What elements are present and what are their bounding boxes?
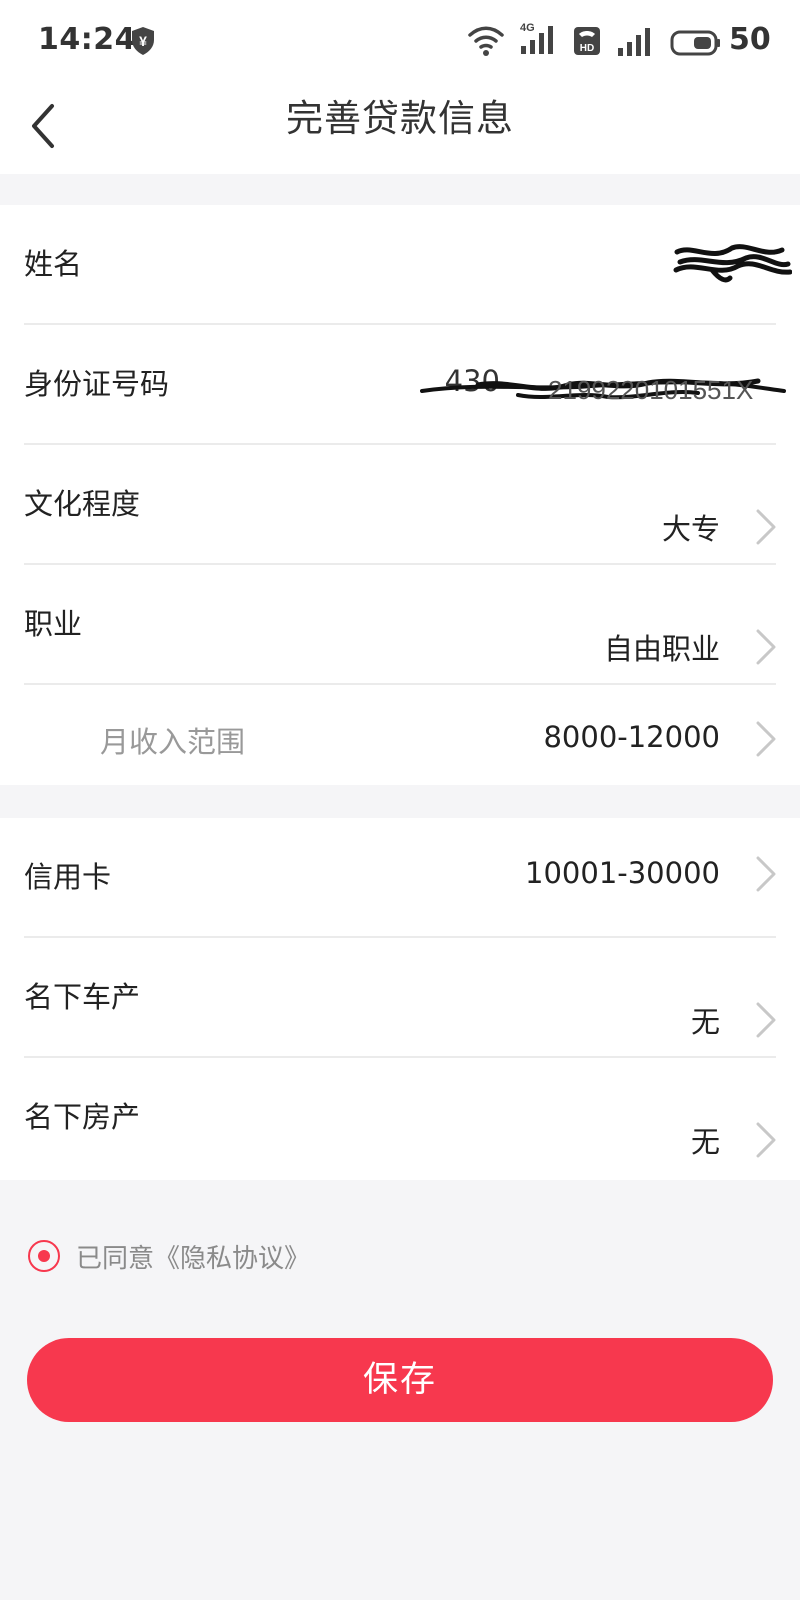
page-title: 完善贷款信息 (286, 97, 514, 140)
id-number-row[interactable]: 身份证号码 430 2199220101551X (0, 325, 800, 445)
privacy-agreement[interactable]: 已同意《隐私协议》 (28, 1236, 310, 1276)
cellular-signal-icon: 4G (518, 20, 558, 62)
car-row[interactable]: 名下车产 无 (0, 938, 800, 1058)
hd-voice-icon: HD (573, 26, 601, 60)
redaction-scribble (673, 244, 792, 283)
house-label: 名下房产 (24, 1100, 141, 1134)
monthly-income-row[interactable]: 月收入范围 8000-12000 (0, 685, 800, 785)
education-value: 大专 (661, 512, 720, 546)
car-value: 无 (690, 1005, 720, 1039)
shield-yuan-icon: ¥ (130, 26, 156, 60)
occupation-row[interactable]: 职业 自由职业 (0, 565, 800, 685)
credit-card-label: 信用卡 (24, 860, 112, 894)
occupation-label: 职业 (24, 607, 83, 641)
name-row[interactable]: 姓名 (0, 205, 800, 325)
car-label: 名下车产 (24, 980, 141, 1014)
status-bar: 14:24 ¥ 4G HD 50 (0, 0, 800, 84)
education-label: 文化程度 (24, 487, 141, 521)
monthly-income-value: 8000-12000 (543, 720, 720, 754)
battery-level: 50 (729, 22, 771, 57)
credit-card-value: 10001-30000 (525, 856, 720, 890)
battery-icon (670, 30, 722, 60)
svg-text:HD: HD (580, 43, 594, 54)
monthly-income-label: 月收入范围 (100, 725, 246, 759)
chevron-right-icon (756, 1002, 776, 1038)
chevron-right-icon (756, 1122, 776, 1158)
credit-card-row[interactable]: 信用卡 10001-30000 (0, 818, 800, 938)
nav-bar: 完善贷款信息 (0, 84, 800, 174)
svg-text:2199220101551X: 2199220101551X (548, 375, 753, 405)
house-row[interactable]: 名下房产 无 (0, 1058, 800, 1178)
svg-text:¥: ¥ (139, 33, 147, 49)
chevron-right-icon (756, 629, 776, 665)
back-arrow-icon (32, 104, 54, 148)
agreement-radio[interactable] (28, 1240, 60, 1272)
network-type-label: 4G (520, 22, 535, 34)
radio-checked-dot (38, 1250, 50, 1262)
back-button[interactable] (18, 96, 68, 156)
chevron-right-icon (756, 856, 776, 892)
house-value: 无 (690, 1125, 720, 1159)
status-time: 14:24 (38, 22, 136, 57)
cellular-signal-icon-2 (615, 24, 655, 62)
redaction-scribble: 2199220101551X (420, 375, 786, 405)
name-label: 姓名 (24, 247, 83, 281)
education-row[interactable]: 文化程度 大专 (0, 445, 800, 565)
id-number-label: 身份证号码 (24, 367, 170, 401)
chevron-right-icon (756, 509, 776, 545)
save-button[interactable]: 保存 (27, 1338, 773, 1422)
chevron-right-icon (756, 721, 776, 757)
wifi-icon (468, 24, 504, 62)
assets-card: 信用卡 10001-30000 名下车产 无 名下房产 无 (0, 818, 800, 1180)
occupation-value: 自由职业 (603, 632, 720, 666)
agreement-text[interactable]: 已同意《隐私协议》 (76, 1238, 310, 1275)
personal-info-card: 姓名 身份证号码 430 2199220101551X 文化程度 大专 职业 自… (0, 205, 800, 785)
